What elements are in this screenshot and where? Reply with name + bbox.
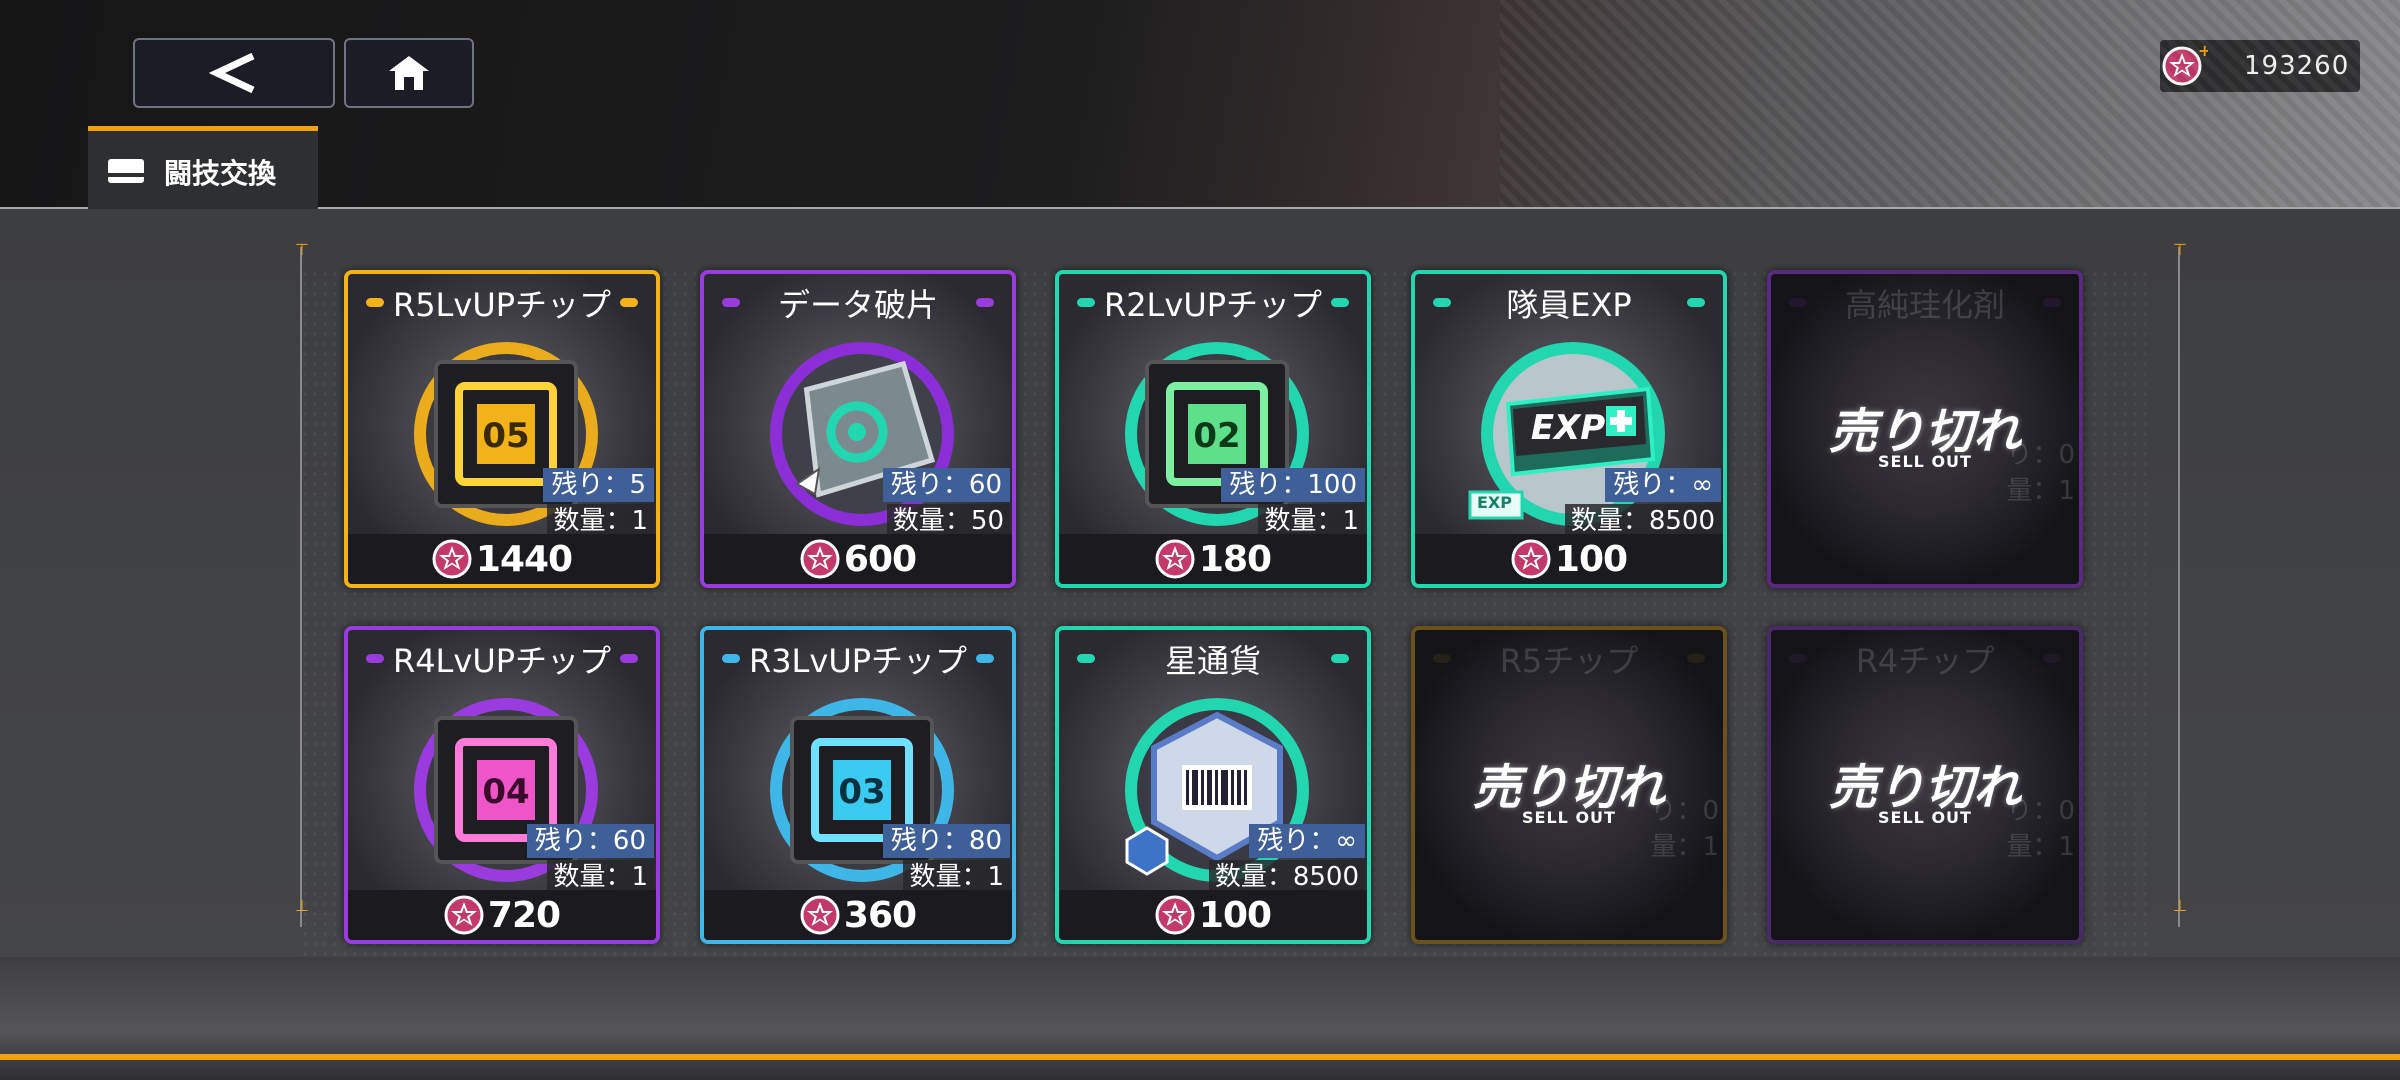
item-title: 星通貨: [1164, 642, 1261, 680]
ghost-qty: 量：1: [2006, 476, 2075, 506]
quantity: 数量：1: [903, 860, 1010, 894]
top-bar: + 193260 闘技交換: [0, 0, 2400, 213]
shop-item-member-exp[interactable]: 隊員EXP EXP EXP 残り：∞ 数量：8500 100: [1411, 270, 1727, 588]
sold-out-sub-label: SELL OUT: [1878, 808, 1972, 827]
right-rail-top-mark: ⊤: [2173, 240, 2187, 259]
shop-item-data-fragment[interactable]: データ破片 残り：60 数量：50 600: [700, 270, 1016, 588]
price-bar: 100: [1059, 890, 1367, 940]
remaining-stock: 残り：80: [882, 824, 1010, 858]
star-medal-icon: [800, 539, 840, 579]
quantity: 数量：1: [547, 860, 654, 894]
home-button[interactable]: [344, 38, 474, 108]
ghost-qty: 量：1: [2006, 832, 2075, 862]
bottom-bar: [0, 957, 2400, 1080]
item-title: R5LvUPチップ: [392, 286, 612, 324]
star-medal-icon: +: [2162, 42, 2208, 86]
card-icon: [108, 159, 144, 183]
svg-text:05: 05: [482, 416, 529, 456]
tab-label: 闘技交換: [164, 157, 277, 190]
quantity: 数量：8500: [1564, 504, 1721, 538]
price-value: 180: [1198, 538, 1272, 580]
shop-item-silicifier-sold-out: 高純珪化剤 り：0 量：1 売り切れ SELL OUT: [1767, 270, 2083, 588]
price-bar: 720: [348, 890, 656, 940]
price-bar: 360: [704, 890, 1012, 940]
star-medal-icon: [1511, 539, 1551, 579]
star-medal-icon: [444, 895, 484, 935]
back-chevron-icon: [209, 52, 255, 94]
item-title: 隊員EXP: [1506, 286, 1632, 324]
price-bar: 180: [1059, 534, 1367, 584]
quantity: 数量：1: [547, 504, 654, 538]
currency-amount: 193260: [2244, 51, 2350, 81]
price-value: 100: [1198, 894, 1272, 936]
remaining-stock: 残り：60: [882, 468, 1010, 502]
shop-item-star-currency[interactable]: 星通貨 残り：∞ 数量：8500 100: [1055, 626, 1371, 944]
shop-item-r4-chip-sold-out: R4チップ り：0 量：1 売り切れ SELL OUT: [1767, 626, 2083, 944]
remaining-stock: 残り：∞: [1605, 468, 1721, 502]
item-title: R4LvUPチップ: [392, 642, 612, 680]
quantity: 数量：50: [886, 504, 1010, 538]
star-medal-icon: [432, 539, 472, 579]
svg-text:EXP: EXP: [1531, 408, 1605, 448]
quantity: 数量：1: [1258, 504, 1365, 538]
shop-item-r4-chip[interactable]: R4LvUPチップ 04 残り：60 数量：1 720: [344, 626, 660, 944]
item-title: R3LvUPチップ: [748, 642, 968, 680]
svg-text:02: 02: [1193, 416, 1240, 456]
remaining-stock: 残り：100: [1221, 468, 1365, 502]
exp-badge: EXP: [1477, 493, 1512, 512]
item-title: R4チップ: [1855, 642, 1995, 680]
item-title: R2LvUPチップ: [1103, 286, 1323, 324]
tab-arena-exchange[interactable]: 闘技交換: [88, 126, 318, 213]
price-value: 1440: [475, 538, 573, 580]
item-title: データ破片: [777, 286, 938, 324]
home-icon: [389, 56, 429, 90]
quantity: 数量：8500: [1208, 860, 1365, 894]
price-value: 720: [487, 894, 561, 936]
left-rail-bottom-mark: ⊥: [295, 896, 309, 915]
svg-text:+: +: [2198, 42, 2208, 60]
sold-out-sub-label: SELL OUT: [1878, 452, 1972, 471]
price-bar: 100: [1415, 534, 1723, 584]
left-rail-top-mark: ⊤: [295, 240, 309, 259]
sold-out-sub-label: SELL OUT: [1522, 808, 1616, 827]
shop-item-r2-chip[interactable]: R2LvUPチップ 02 残り：100 数量：1 180: [1055, 270, 1371, 588]
remaining-stock: 残り：∞: [1249, 824, 1365, 858]
star-medal-icon: [1155, 539, 1195, 579]
price-value: 360: [843, 894, 917, 936]
ghost-qty: 量：1: [1650, 832, 1719, 862]
price-bar: 1440: [348, 534, 656, 584]
svg-text:04: 04: [482, 772, 529, 812]
left-rail: [300, 247, 302, 927]
price-value: 600: [843, 538, 917, 580]
shop-item-r5-chip[interactable]: R5LvUPチップ 05 残り：5 数量：1 1440: [344, 270, 660, 588]
currency-display: + 193260: [2160, 40, 2360, 92]
star-medal-icon: [1155, 895, 1195, 935]
star-medal-icon: [800, 895, 840, 935]
price-bar: 600: [704, 534, 1012, 584]
price-value: 100: [1554, 538, 1628, 580]
item-title: R5チップ: [1499, 642, 1639, 680]
remaining-stock: 残り：60: [526, 824, 654, 858]
right-rail-bottom-mark: ⊥: [2173, 896, 2187, 915]
item-title: 高純珪化剤: [1844, 286, 2005, 324]
remaining-stock: 残り：5: [543, 468, 654, 502]
right-rail: [2178, 247, 2180, 927]
shop-item-r5-chip-sold-out: R5チップ り：0 量：1 売り切れ SELL OUT: [1411, 626, 1727, 944]
back-button[interactable]: [133, 38, 335, 108]
svg-text:03: 03: [838, 772, 885, 812]
shop-item-r3-chip[interactable]: R3LvUPチップ 03 残り：80 数量：1 360: [700, 626, 1016, 944]
